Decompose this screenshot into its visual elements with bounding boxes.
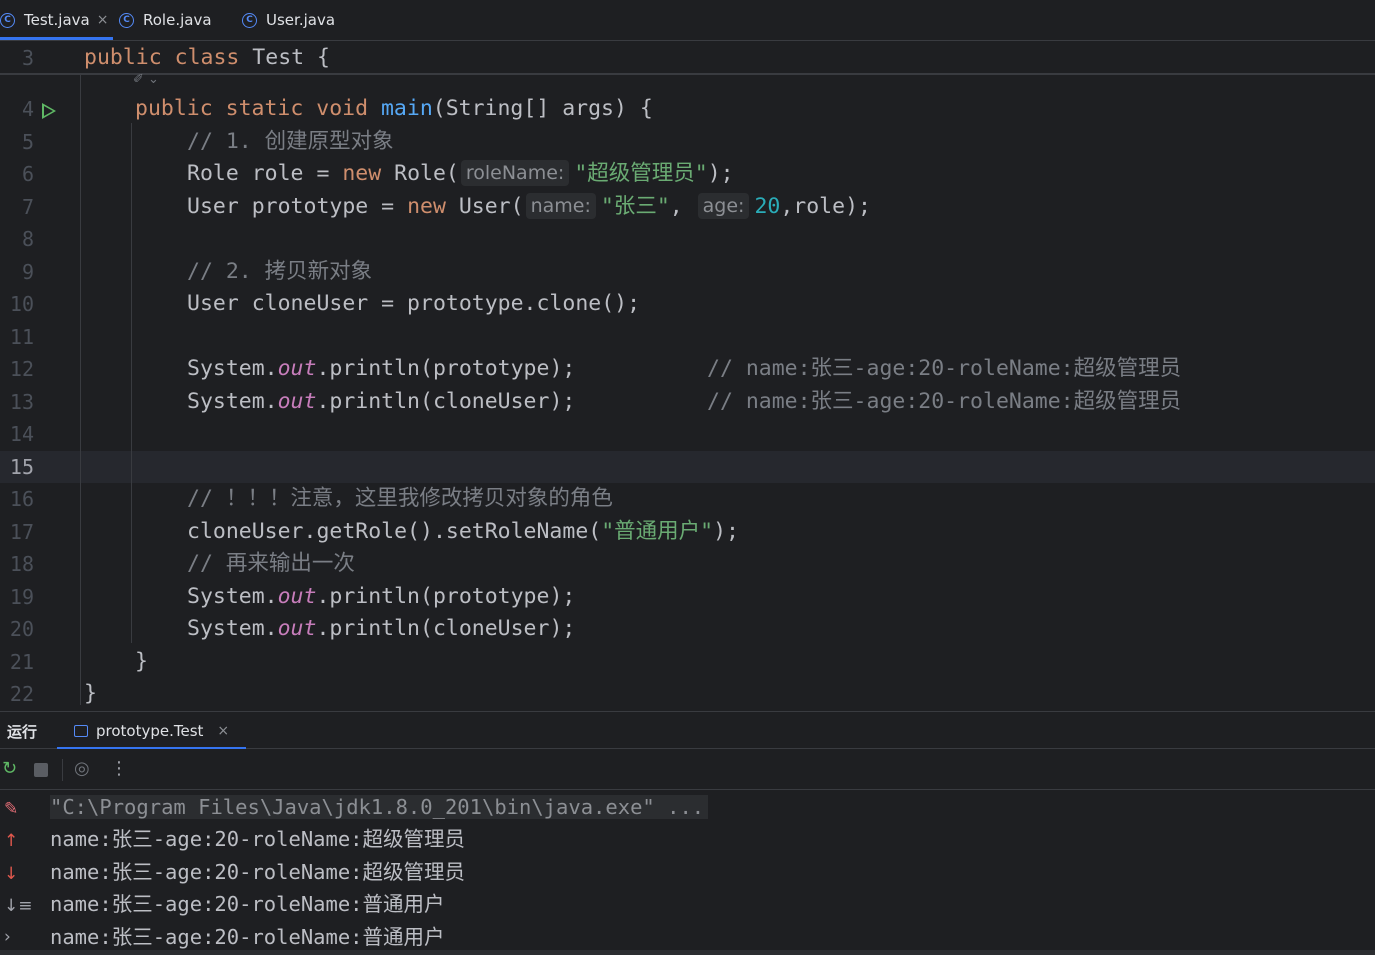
line-number: 22 xyxy=(9,682,34,706)
editor-tab-bar: C Test.java × C Role.java C User.java xyxy=(0,0,1375,41)
code-line[interactable]: System.out.println(cloneUser); xyxy=(187,613,575,645)
scroll-down-icon[interactable]: ↓ xyxy=(4,864,18,884)
current-line-highlight xyxy=(0,451,1375,483)
rerun-icon[interactable]: ↻ xyxy=(2,758,17,780)
java-class-icon: C xyxy=(242,12,257,28)
console-output[interactable]: ✎ ↑ ↓ ↓≡ › "C:\Program Files\Java\jdk1.8… xyxy=(0,790,1375,955)
code-editor[interactable]: 3 public class Test { ✐ ⌄ 4 5 6 7 8 9 10… xyxy=(0,41,1375,711)
line-number: 11 xyxy=(9,325,34,349)
soft-wrap-icon[interactable]: ✎ xyxy=(4,799,18,819)
tab-label: User.java xyxy=(266,11,336,29)
code-line[interactable]: } xyxy=(84,678,97,710)
bottom-edge xyxy=(0,950,1375,955)
line-number: 19 xyxy=(9,585,34,609)
java-command-line[interactable]: "C:\Program Files\Java\jdk1.8.0_201\bin\… xyxy=(50,795,709,819)
java-class-icon: C xyxy=(0,12,15,28)
parameter-hint: age: xyxy=(697,193,750,219)
run-panel-header: 运行 prototype.Test × xyxy=(0,711,1375,750)
code-comment[interactable]: // 2. 拷贝新对象 xyxy=(187,256,372,288)
line-number: 8 xyxy=(21,227,34,251)
parameter-hint: roleName: xyxy=(460,160,570,186)
code-comment[interactable]: // 再来输出一次 xyxy=(187,548,355,580)
java-class-icon: C xyxy=(119,12,134,28)
line-number: 4 xyxy=(21,97,34,121)
run-panel-title: 运行 xyxy=(7,723,38,741)
line-number: 18 xyxy=(9,552,34,576)
line-number: 10 xyxy=(9,292,34,316)
tab-label: Test.java xyxy=(24,11,90,29)
console-line: name:张三-age:20-roleName:普通用户 xyxy=(50,925,445,949)
close-icon[interactable]: × xyxy=(97,12,109,28)
code-comment[interactable]: // 1. 创建原型对象 xyxy=(187,126,394,158)
line-number: 17 xyxy=(9,520,34,544)
code-line[interactable]: } xyxy=(135,646,148,678)
close-icon[interactable]: × xyxy=(217,723,229,739)
ide-window: C Test.java × C Role.java C User.java 3 … xyxy=(0,0,1375,955)
tab-test-java[interactable]: C Test.java × xyxy=(0,0,113,40)
code-comment[interactable]: // ！！！注意，这里我修改拷贝对象的角色 xyxy=(187,483,613,515)
line-number: 21 xyxy=(9,650,34,674)
scroll-up-icon[interactable]: ↑ xyxy=(4,831,18,851)
line-number: 20 xyxy=(9,617,34,641)
tab-role-java[interactable]: C Role.java xyxy=(119,0,212,40)
code-line[interactable]: System.out.println(prototype); xyxy=(187,581,575,613)
console-icon xyxy=(74,724,88,737)
run-tab-prototype-test[interactable]: prototype.Test × xyxy=(57,712,246,750)
line-number: 13 xyxy=(9,390,34,414)
run-main-icon[interactable] xyxy=(42,103,56,119)
console-line: "C:\Program Files\Java\jdk1.8.0_201\bin\… xyxy=(50,791,709,823)
code-line[interactable]: System.out.println(cloneUser); xyxy=(187,386,575,418)
line-number: 9 xyxy=(21,260,34,284)
line-number: 5 xyxy=(21,130,34,154)
tab-user-java[interactable]: C User.java xyxy=(242,0,335,40)
line-number: 16 xyxy=(9,487,34,511)
line-number: 6 xyxy=(21,162,34,186)
toolbar-divider xyxy=(62,759,63,781)
indent-guide xyxy=(80,75,81,705)
code-comment[interactable]: // name:张三-age:20-roleName:超级管理员 xyxy=(707,386,1181,418)
sticky-class-header[interactable]: public class Test { xyxy=(84,42,330,74)
console-line: name:张三-age:20-roleName:超级管理员 xyxy=(50,860,466,884)
line-number: 14 xyxy=(9,422,34,446)
code-line[interactable]: User prototype = new User(name: "张三", age… xyxy=(187,191,871,223)
indent-guide xyxy=(131,123,132,643)
code-line[interactable]: Role role = new Role(roleName: "超级管理员"); xyxy=(187,158,734,190)
code-comment[interactable]: // name:张三-age:20-roleName:超级管理员 xyxy=(707,353,1181,385)
line-number: 15 xyxy=(9,455,34,479)
console-line: name:张三-age:20-roleName:普通用户 xyxy=(50,892,445,916)
run-tab-label: prototype.Test xyxy=(96,721,204,740)
more-options-icon[interactable]: ⋮ xyxy=(110,758,128,780)
run-toolbar: ↻ ◎ ⋮ xyxy=(0,749,1375,790)
code-line[interactable]: public static void main(String[] args) { xyxy=(135,93,653,125)
ai-assist-icon[interactable]: ✐ ⌄ xyxy=(133,72,159,87)
line-number: 7 xyxy=(21,195,34,219)
console-line: name:张三-age:20-roleName:超级管理员 xyxy=(50,827,466,851)
line-number: 12 xyxy=(9,357,34,381)
expand-icon[interactable]: › xyxy=(4,927,11,947)
code-line[interactable]: cloneUser.getRole().setRoleName("普通用户"); xyxy=(187,516,739,548)
tab-label: Role.java xyxy=(143,11,212,29)
restore-layout-icon[interactable]: ◎ xyxy=(74,758,90,780)
line-number: 3 xyxy=(21,46,34,70)
code-line[interactable]: System.out.println(prototype); xyxy=(187,353,575,385)
code-line[interactable]: User cloneUser = prototype.clone(); xyxy=(187,288,640,320)
sort-icon[interactable]: ↓≡ xyxy=(4,896,33,916)
stop-icon[interactable] xyxy=(34,763,48,777)
parameter-hint: name: xyxy=(525,193,596,219)
sticky-separator xyxy=(0,73,1375,75)
